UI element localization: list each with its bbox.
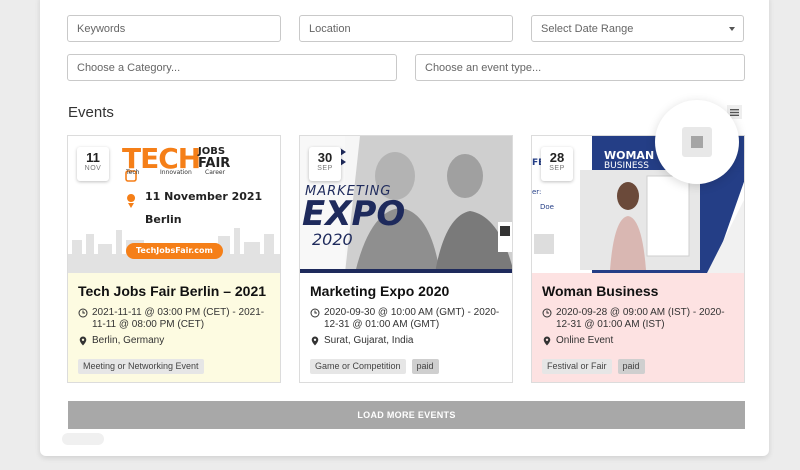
date-badge: 28 SEP (541, 147, 573, 181)
image-date-line: 11 November 2021 (145, 190, 263, 203)
date-day: 30 (317, 150, 333, 165)
location-placeholder: Location (309, 22, 351, 35)
keywords-placeholder: Keywords (77, 22, 126, 35)
card-body: Woman Business 2020-09-28 @ 09:00 AM (IS… (532, 273, 744, 382)
event-type-select[interactable]: Choose an event type... (415, 54, 745, 81)
event-location: Berlin, Germany (78, 335, 270, 350)
image-fragment-3: Doe (540, 203, 554, 211)
date-range-label: Select Date Range (541, 22, 634, 35)
event-location: Online Event (542, 335, 734, 350)
event-datetime-text: 2020-09-28 @ 09:00 AM (IST) - 2020-12-31… (556, 307, 725, 330)
event-location: Surat, Gujarat, India (310, 335, 502, 350)
tag-paid[interactable]: paid (411, 359, 439, 374)
map-pin-icon (310, 336, 321, 350)
event-title[interactable]: Tech Jobs Fair Berlin – 2021 (78, 283, 270, 300)
event-tags: Meeting or Networking Event (78, 359, 204, 374)
event-card-tech-jobs-fair[interactable]: TECH JOBS FAIR Tech Innovation Career 11… (67, 135, 281, 383)
event-datetime-text: 2020-09-30 @ 10:00 AM (GMT) - 2020-12-31… (324, 307, 500, 330)
brand-tag-2: Innovation (160, 169, 192, 176)
section-title: Events (68, 104, 114, 121)
tag-label[interactable]: Festival or Fair (542, 359, 612, 374)
event-datetime: 2020-09-30 @ 10:00 AM (GMT) - 2020-12-31… (310, 307, 502, 331)
event-location-text: Berlin, Germany (92, 335, 165, 346)
image-expo-text: EXPO (302, 194, 406, 234)
tag-label[interactable]: Game or Competition (310, 359, 406, 374)
date-month: SEP (317, 165, 333, 172)
event-type-placeholder: Choose an event type... (425, 61, 542, 74)
event-location-text: Online Event (556, 335, 614, 346)
floating-action-button[interactable] (655, 100, 739, 184)
brand-tag-1: Tech (126, 169, 140, 176)
event-title[interactable]: Woman Business (542, 283, 734, 300)
event-datetime: 2021-11-11 @ 03:00 PM (CET) - 2021-11-11… (78, 307, 270, 331)
chevron-down-icon (729, 27, 735, 31)
event-title[interactable]: Marketing Expo 2020 (310, 283, 502, 300)
clock-icon (78, 308, 89, 322)
event-location-text: Surat, Gujarat, India (324, 335, 414, 346)
event-card-marketing-expo[interactable]: MARKETING EXPO 2020 30 SEP Marketing Exp… (299, 135, 513, 383)
category-select[interactable]: Choose a Category... (67, 54, 397, 81)
category-placeholder: Choose a Category... (77, 61, 181, 74)
map-pin-icon (78, 336, 89, 350)
clock-icon (310, 308, 321, 322)
brand-tag-3: Career (205, 169, 226, 176)
image-url-pill: TechJobsFair.com (136, 246, 213, 255)
date-range-select[interactable]: Select Date Range (531, 15, 744, 42)
event-tags: Festival or Fair paid (542, 359, 645, 374)
date-badge: 30 SEP (309, 147, 341, 181)
date-month: SEP (549, 165, 565, 172)
card-body: Tech Jobs Fair Berlin – 2021 2021-11-11 … (68, 273, 280, 382)
event-datetime: 2020-09-28 @ 09:00 AM (IST) - 2020-12-31… (542, 307, 734, 331)
tag-paid[interactable]: paid (617, 359, 645, 374)
image-fragment-2: er: (532, 188, 542, 196)
map-pin-icon (542, 336, 553, 350)
date-day: 11 (86, 150, 100, 165)
date-day: 28 (549, 150, 565, 165)
location-input[interactable]: Location (299, 15, 513, 42)
stop-icon (682, 127, 712, 157)
keywords-input[interactable]: Keywords (67, 15, 281, 42)
card-body: Marketing Expo 2020 2020-09-30 @ 10:00 A… (300, 273, 512, 382)
load-more-button[interactable]: LOAD MORE EVENTS (68, 401, 745, 429)
date-month: NOV (84, 165, 102, 172)
image-year-text: 2020 (312, 230, 353, 249)
event-datetime-text: 2021-11-11 @ 03:00 PM (CET) - 2021-11-11… (92, 307, 265, 330)
tag-label[interactable]: Meeting or Networking Event (78, 359, 204, 374)
clock-icon (542, 308, 553, 322)
date-badge: 11 NOV (77, 147, 109, 181)
event-tags: Game or Competition paid (310, 359, 439, 374)
footer-fragment (62, 433, 104, 445)
image-city-line: Berlin (145, 213, 182, 226)
image-business-text: BUSINESS (604, 161, 649, 171)
